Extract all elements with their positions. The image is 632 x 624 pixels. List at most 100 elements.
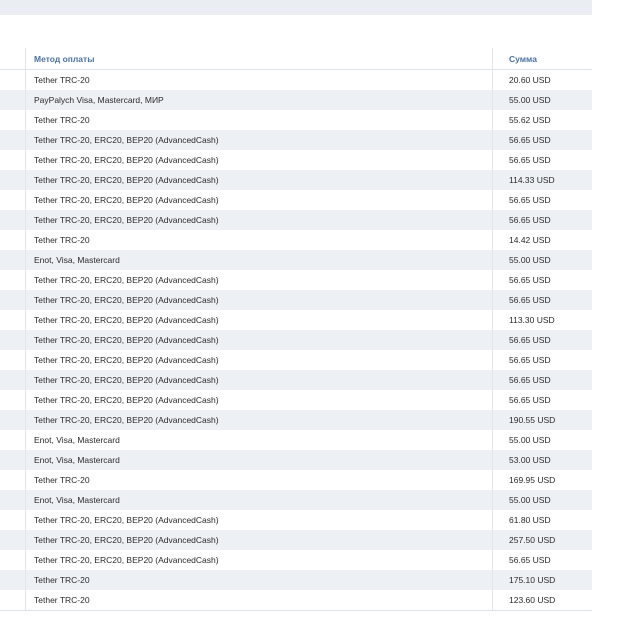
- payment-method-cell: Tether TRC-20, ERC20, BEP20 (AdvancedCas…: [26, 310, 493, 330]
- row-lead-cell: [0, 370, 26, 390]
- amount-cell: 55.00 USD: [509, 255, 551, 265]
- payment-method-cell: Enot, Visa, Mastercard: [26, 490, 493, 510]
- payment-method-cell: PayPalych Visa, Mastercard, МИР: [26, 90, 493, 110]
- row-lead-cell: [0, 250, 26, 270]
- table-row[interactable]: Tether TRC-20, ERC20, BEP20 (AdvancedCas…: [0, 130, 592, 150]
- row-lead-cell: [0, 310, 26, 330]
- amount-cell: 55.00 USD: [509, 435, 551, 445]
- amount-cell: 56.65 USD: [509, 155, 551, 165]
- amount-cell: 56.65 USD: [509, 275, 551, 285]
- row-lead-cell: [0, 410, 26, 430]
- table-row[interactable]: Enot, Visa, Mastercard 55.00 USD: [0, 430, 592, 450]
- table-row[interactable]: Enot, Visa, Mastercard 55.00 USD: [0, 250, 592, 270]
- row-lead-cell: [0, 230, 26, 250]
- table-row[interactable]: Tether TRC-20, ERC20, BEP20 (AdvancedCas…: [0, 150, 592, 170]
- payment-method-cell: Tether TRC-20: [26, 570, 493, 590]
- payment-method-cell: Tether TRC-20, ERC20, BEP20 (AdvancedCas…: [26, 410, 493, 430]
- row-lead-cell: [0, 350, 26, 370]
- table-row[interactable]: Tether TRC-20 169.95 USD: [0, 470, 592, 490]
- payment-method-cell: Tether TRC-20, ERC20, BEP20 (AdvancedCas…: [26, 290, 493, 310]
- payment-method-cell: Enot, Visa, Mastercard: [26, 450, 493, 470]
- table-row[interactable]: Tether TRC-20, ERC20, BEP20 (AdvancedCas…: [0, 310, 592, 330]
- row-lead-cell: [0, 570, 26, 590]
- table-row[interactable]: Tether TRC-20, ERC20, BEP20 (AdvancedCas…: [0, 510, 592, 530]
- table-row[interactable]: Tether TRC-20, ERC20, BEP20 (AdvancedCas…: [0, 190, 592, 210]
- amount-cell: 113.30 USD: [509, 315, 555, 325]
- amount-cell: 56.65 USD: [509, 375, 551, 385]
- amount-cell: 55.00 USD: [509, 95, 551, 105]
- table-row[interactable]: Enot, Visa, Mastercard 55.00 USD: [0, 490, 592, 510]
- row-lead-cell: [0, 90, 26, 110]
- row-lead-cell: [0, 470, 26, 490]
- table-row[interactable]: Tether TRC-20, ERC20, BEP20 (AdvancedCas…: [0, 370, 592, 390]
- table-row[interactable]: Tether TRC-20 55.62 USD: [0, 110, 592, 130]
- payment-method-cell: Tether TRC-20, ERC20, BEP20 (AdvancedCas…: [26, 190, 493, 210]
- payment-method-cell: Tether TRC-20: [26, 110, 493, 130]
- amount-cell: 114.33 USD: [509, 175, 555, 185]
- table-row[interactable]: Enot, Visa, Mastercard 53.00 USD: [0, 450, 592, 470]
- table-row[interactable]: Tether TRC-20, ERC20, BEP20 (AdvancedCas…: [0, 170, 592, 190]
- table-row[interactable]: Tether TRC-20 123.60 USD: [0, 590, 592, 610]
- table-row[interactable]: Tether TRC-20 14.42 USD: [0, 230, 592, 250]
- amount-cell: 56.65 USD: [509, 335, 551, 345]
- table-row[interactable]: PayPalych Visa, Mastercard, МИР 55.00 USD: [0, 90, 592, 110]
- payment-method-cell: Tether TRC-20, ERC20, BEP20 (AdvancedCas…: [26, 370, 493, 390]
- amount-cell: 175.10 USD: [509, 575, 556, 585]
- row-lead-cell: [0, 450, 26, 470]
- amount-cell: 56.65 USD: [509, 195, 551, 205]
- table-row[interactable]: Tether TRC-20, ERC20, BEP20 (AdvancedCas…: [0, 410, 592, 430]
- row-lead-cell: [0, 590, 26, 610]
- amount-cell: 56.65 USD: [509, 355, 551, 365]
- table-row[interactable]: Tether TRC-20, ERC20, BEP20 (AdvancedCas…: [0, 550, 592, 570]
- payment-method-cell: Tether TRC-20, ERC20, BEP20 (AdvancedCas…: [26, 330, 493, 350]
- column-header-method-label: Метод оплаты: [34, 53, 95, 64]
- table-row[interactable]: Tether TRC-20 175.10 USD: [0, 570, 592, 590]
- payment-method-cell: Tether TRC-20, ERC20, BEP20 (AdvancedCas…: [26, 390, 493, 410]
- table-row[interactable]: Tether TRC-20, ERC20, BEP20 (AdvancedCas…: [0, 290, 592, 310]
- column-header-sum-label: Сумма: [509, 53, 537, 64]
- column-header-sum[interactable]: Сумма: [493, 48, 592, 69]
- amount-cell: 55.62 USD: [509, 115, 551, 125]
- table-row[interactable]: Tether TRC-20, ERC20, BEP20 (AdvancedCas…: [0, 270, 592, 290]
- row-lead-cell: [0, 430, 26, 450]
- amount-cell: 56.65 USD: [509, 555, 551, 565]
- amount-cell: 123.60 USD: [509, 595, 556, 605]
- payment-method-cell: Tether TRC-20, ERC20, BEP20 (AdvancedCas…: [26, 530, 493, 550]
- amount-cell: 56.65 USD: [509, 135, 551, 145]
- payment-method-cell: Tether TRC-20, ERC20, BEP20 (AdvancedCas…: [26, 150, 493, 170]
- amount-cell: 56.65 USD: [509, 395, 551, 405]
- payment-method-cell: Enot, Visa, Mastercard: [26, 430, 493, 450]
- payment-method-cell: Tether TRC-20, ERC20, BEP20 (AdvancedCas…: [26, 550, 493, 570]
- top-bar: [0, 0, 592, 15]
- table-row[interactable]: Tether TRC-20, ERC20, BEP20 (AdvancedCas…: [0, 390, 592, 410]
- amount-cell: 56.65 USD: [509, 215, 551, 225]
- payment-method-cell: Tether TRC-20, ERC20, BEP20 (AdvancedCas…: [26, 270, 493, 290]
- amount-cell: 61.80 USD: [509, 515, 551, 525]
- table-row[interactable]: Tether TRC-20, ERC20, BEP20 (AdvancedCas…: [0, 350, 592, 370]
- table-header-lead-cell: [0, 48, 26, 69]
- amount-cell: 257.50 USD: [509, 535, 556, 545]
- table-row[interactable]: Tether TRC-20, ERC20, BEP20 (AdvancedCas…: [0, 530, 592, 550]
- table-row[interactable]: Tether TRC-20, ERC20, BEP20 (AdvancedCas…: [0, 330, 592, 350]
- amount-cell: 169.95 USD: [509, 475, 556, 485]
- row-lead-cell: [0, 70, 26, 90]
- row-lead-cell: [0, 210, 26, 230]
- row-lead-cell: [0, 530, 26, 550]
- column-header-method[interactable]: Метод оплаты: [26, 48, 493, 69]
- row-lead-cell: [0, 490, 26, 510]
- amount-cell: 190.55 USD: [509, 415, 556, 425]
- payment-method-cell: Tether TRC-20: [26, 590, 493, 610]
- row-lead-cell: [0, 130, 26, 150]
- row-lead-cell: [0, 510, 26, 530]
- table-row[interactable]: Tether TRC-20 20.60 USD: [0, 70, 592, 90]
- table-header: Метод оплаты Сумма: [0, 48, 592, 70]
- row-lead-cell: [0, 150, 26, 170]
- row-lead-cell: [0, 290, 26, 310]
- payment-method-cell: Tether TRC-20, ERC20, BEP20 (AdvancedCas…: [26, 130, 493, 150]
- table-row[interactable]: Tether TRC-20, ERC20, BEP20 (AdvancedCas…: [0, 210, 592, 230]
- row-lead-cell: [0, 170, 26, 190]
- table-bottom-border: [0, 610, 592, 611]
- payment-method-cell: Tether TRC-20: [26, 70, 493, 90]
- row-lead-cell: [0, 330, 26, 350]
- payment-method-cell: Tether TRC-20, ERC20, BEP20 (AdvancedCas…: [26, 350, 493, 370]
